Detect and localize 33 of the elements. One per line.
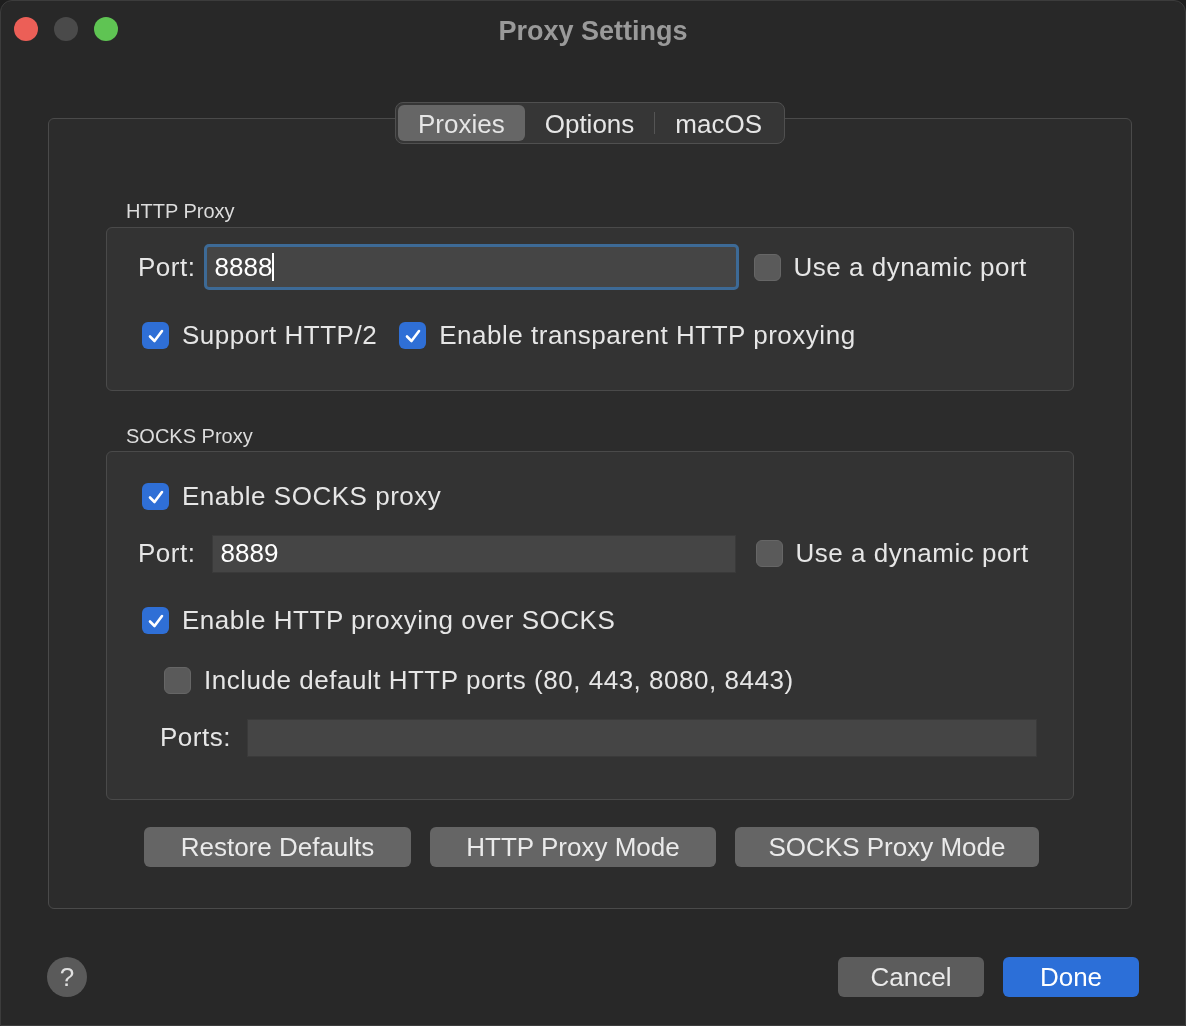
checkbox-label: Enable transparent HTTP proxying	[439, 319, 856, 352]
field-label: Port:	[138, 250, 196, 284]
checkbox-label: Use a dynamic port	[795, 537, 1029, 570]
tab[interactable]: Proxies	[398, 105, 525, 141]
checkbox-label: Support HTTP/2	[182, 319, 378, 352]
checkbox[interactable]	[753, 253, 781, 281]
checkbox-label: Enable HTTP proxying over SOCKS	[182, 604, 616, 637]
action-button[interactable]: Restore Defaults	[144, 827, 411, 867]
checkbox[interactable]	[142, 483, 169, 510]
checkbox-label: Enable SOCKS proxy	[182, 480, 442, 513]
help-button[interactable]: ?	[47, 957, 87, 997]
action-button[interactable]: SOCKS Proxy Mode	[735, 827, 1039, 867]
zoom-button[interactable]	[94, 16, 118, 41]
close-button[interactable]	[14, 16, 38, 41]
field-label: Port:	[138, 537, 196, 570]
action-button[interactable]: HTTP Proxy Mode	[430, 827, 716, 867]
cancel-button[interactable]: Cancel	[838, 957, 984, 997]
field-label: Ports:	[160, 721, 232, 754]
tab[interactable]: macOS	[655, 105, 782, 141]
checkbox[interactable]	[142, 607, 169, 634]
port-field[interactable]: 8889	[211, 534, 736, 573]
port-field[interactable]: 8888	[203, 244, 739, 290]
done-button[interactable]: Done	[1003, 957, 1139, 997]
checkbox-label: Include default HTTP ports (80, 443, 8080, 8443)	[204, 664, 794, 697]
tab[interactable]: Options	[524, 105, 655, 141]
group-title: HTTP Proxy	[126, 199, 235, 224]
checkbox[interactable]	[755, 540, 783, 567]
checkbox[interactable]	[164, 667, 191, 694]
checkbox[interactable]	[142, 322, 169, 349]
checkbox-label: Use a dynamic port	[793, 250, 1027, 284]
group-title: SOCKS Proxy	[126, 424, 253, 449]
window-title: Proxy Settings	[498, 15, 688, 48]
checkbox[interactable]	[399, 322, 427, 349]
